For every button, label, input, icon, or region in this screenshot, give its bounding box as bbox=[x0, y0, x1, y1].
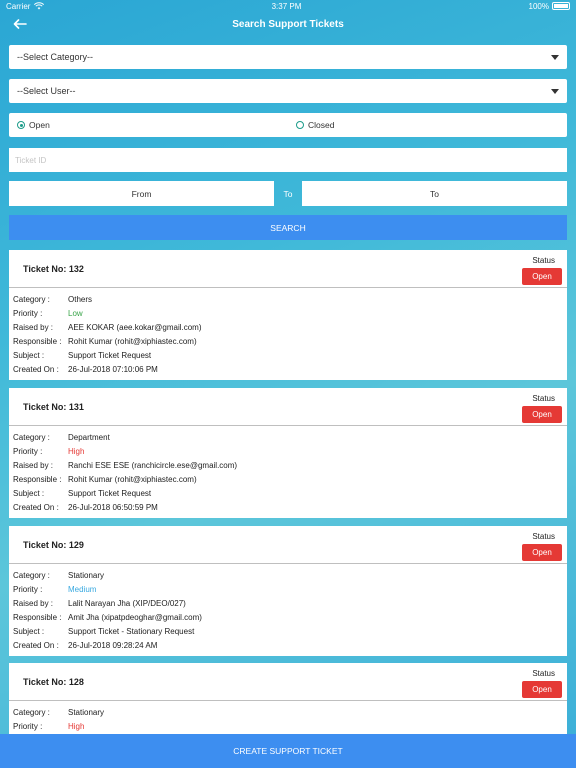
ticket-card-header: Ticket No: 129 Status Open bbox=[9, 526, 567, 564]
chevron-down-icon bbox=[551, 54, 559, 60]
created-on-value: 26-Jul-2018 07:10:06 PM bbox=[68, 364, 158, 374]
category-value: Stationary bbox=[68, 570, 105, 580]
radio-closed-label: Closed bbox=[308, 120, 335, 130]
raised-by-label: Raised by : bbox=[13, 322, 54, 332]
from-date-field[interactable]: From bbox=[9, 181, 274, 206]
priority-value: High bbox=[68, 446, 85, 456]
ticket-number: Ticket No: 132 bbox=[23, 264, 84, 274]
subject-label: Subject : bbox=[13, 626, 45, 636]
page-title: Search Support Tickets bbox=[232, 18, 344, 30]
ticket-card-header: Ticket No: 128 Status Open bbox=[9, 663, 567, 701]
raised-by-value: Ranchi ESE ESE (ranchicircle.ese@gmail.c… bbox=[68, 460, 238, 470]
to-date-label: To bbox=[430, 188, 439, 199]
raised-by-value: AEE KOKAR (aee.kokar@gmail.com) bbox=[68, 322, 202, 332]
open-status-button[interactable]: Open bbox=[522, 268, 562, 285]
responsible-label: Responsible : bbox=[13, 612, 62, 622]
raised-by-value: Lalit Narayan Jha (XIP/DEO/027) bbox=[68, 598, 186, 608]
clock: 3:37 PM bbox=[271, 1, 302, 11]
ticket-card[interactable]: Ticket No: 132 Status Open Category : Oth… bbox=[9, 250, 567, 380]
category-value: Others bbox=[68, 294, 93, 304]
category-value: Department bbox=[68, 432, 110, 442]
priority-label: Priority : bbox=[13, 721, 43, 731]
responsible-label: Responsible : bbox=[13, 336, 62, 346]
from-date-label: From bbox=[131, 188, 152, 199]
category-select-value: --Select Category-- bbox=[17, 52, 94, 62]
subject-label: Subject : bbox=[13, 488, 45, 498]
category-select[interactable]: --Select Category-- bbox=[9, 45, 567, 69]
back-button[interactable] bbox=[10, 14, 30, 34]
ticket-number: Ticket No: 131 bbox=[23, 402, 84, 412]
responsible-value: Rohit Kumar (rohit@xiphiastec.com) bbox=[68, 474, 197, 484]
ticket-number: Ticket No: 129 bbox=[23, 540, 84, 550]
status-bar: Carrier 3:37 PM 100% bbox=[0, 0, 576, 12]
created-on-value: 26-Jul-2018 09:28:24 AM bbox=[68, 640, 158, 650]
category-label: Category : bbox=[13, 707, 50, 717]
priority-value: Medium bbox=[68, 584, 97, 594]
status-radio-group: Open Closed bbox=[9, 113, 567, 137]
responsible-value: Rohit Kumar (rohit@xiphiastec.com) bbox=[68, 336, 197, 346]
open-status-button[interactable]: Open bbox=[522, 544, 562, 561]
created-on-value: 26-Jul-2018 06:50:59 PM bbox=[68, 502, 158, 512]
category-label: Category : bbox=[13, 294, 50, 304]
battery-percent: 100% bbox=[528, 1, 549, 11]
date-range-separator: To bbox=[283, 188, 293, 199]
arrow-left-icon bbox=[13, 19, 27, 29]
category-value: Stationary bbox=[68, 707, 105, 717]
to-date-field[interactable]: To bbox=[302, 181, 567, 206]
status-label: Status bbox=[532, 669, 555, 678]
radio-checked-icon bbox=[17, 121, 25, 129]
ticket-card-header: Ticket No: 132 Status Open bbox=[9, 250, 567, 288]
priority-label: Priority : bbox=[13, 308, 43, 318]
ticket-card[interactable]: Ticket No: 128 Status Open Category : Sta… bbox=[9, 663, 567, 734]
category-label: Category : bbox=[13, 432, 50, 442]
ticket-list[interactable]: Ticket No: 132 Status Open Category : Oth… bbox=[9, 250, 567, 734]
battery-icon bbox=[552, 2, 570, 10]
user-select[interactable]: --Select User-- bbox=[9, 79, 567, 103]
priority-value: Low bbox=[68, 308, 83, 318]
search-button[interactable]: SEARCH bbox=[9, 215, 567, 240]
carrier-label: Carrier bbox=[6, 1, 31, 11]
create-support-ticket-button[interactable]: CREATE SUPPORT TICKET bbox=[0, 734, 576, 768]
nav-bar: Search Support Tickets bbox=[0, 12, 576, 36]
category-label: Category : bbox=[13, 570, 50, 580]
subject-value: Support Ticket Request bbox=[68, 488, 152, 498]
status-label: Status bbox=[532, 532, 555, 541]
status-label: Status bbox=[532, 256, 555, 265]
radio-open-label: Open bbox=[29, 120, 50, 130]
ticket-id-input[interactable] bbox=[9, 148, 567, 172]
responsible-value: Amit Jha (xipatpdeoghar@gmail.com) bbox=[68, 612, 202, 622]
created-on-label: Created On : bbox=[13, 502, 59, 512]
subject-label: Subject : bbox=[13, 350, 45, 360]
ticket-card-header: Ticket No: 131 Status Open bbox=[9, 388, 567, 426]
raised-by-label: Raised by : bbox=[13, 460, 54, 470]
radio-closed[interactable]: Closed bbox=[296, 120, 334, 130]
responsible-label: Responsible : bbox=[13, 474, 62, 484]
subject-value: Support Ticket Request bbox=[68, 350, 152, 360]
open-status-button[interactable]: Open bbox=[522, 681, 562, 698]
radio-unchecked-icon bbox=[296, 121, 304, 129]
priority-value: High bbox=[68, 721, 85, 731]
open-status-button[interactable]: Open bbox=[522, 406, 562, 423]
wifi-icon bbox=[34, 2, 45, 10]
ticket-card[interactable]: Ticket No: 129 Status Open Category : Sta… bbox=[9, 526, 567, 656]
raised-by-label: Raised by : bbox=[13, 598, 54, 608]
priority-label: Priority : bbox=[13, 446, 43, 456]
created-on-label: Created On : bbox=[13, 364, 59, 374]
user-select-value: --Select User-- bbox=[17, 86, 76, 96]
chevron-down-icon bbox=[551, 88, 559, 94]
subject-value: Support Ticket - Stationary Request bbox=[68, 626, 195, 636]
radio-open[interactable]: Open bbox=[17, 120, 50, 130]
ticket-number: Ticket No: 128 bbox=[23, 677, 84, 687]
status-label: Status bbox=[532, 394, 555, 403]
created-on-label: Created On : bbox=[13, 640, 59, 650]
priority-label: Priority : bbox=[13, 584, 43, 594]
ticket-card[interactable]: Ticket No: 131 Status Open Category : Dep… bbox=[9, 388, 567, 518]
